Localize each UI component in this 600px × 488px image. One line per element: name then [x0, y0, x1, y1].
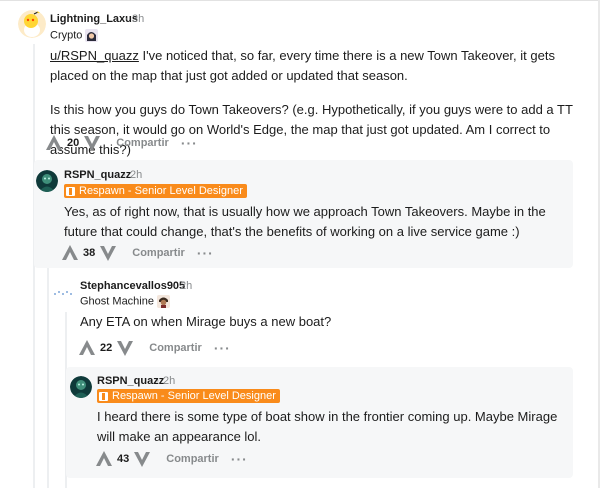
user-mention-link[interactable]: u/RSPN_quazz	[50, 48, 139, 63]
downvote-icon[interactable]	[132, 449, 152, 469]
mirage-flair-icon	[157, 295, 171, 308]
separator-dot: ·	[123, 169, 127, 181]
comment-username[interactable]: RSPN_quazz	[64, 169, 131, 181]
top-border	[0, 0, 600, 1]
comment-username[interactable]: RSPN_quazz	[97, 375, 164, 387]
more-options-button[interactable]: ···	[197, 246, 214, 260]
share-button[interactable]: Compartir	[116, 137, 169, 149]
separator-dot: ·	[173, 280, 177, 292]
user-flair: Ghost Machine	[80, 295, 171, 308]
snoo-avatar-icon	[18, 10, 46, 38]
flair-label: Crypto	[50, 29, 83, 42]
upvote-icon[interactable]	[77, 338, 97, 358]
comment-body: Any ETA on when Mirage buys a new boat?	[80, 312, 560, 332]
downvote-icon[interactable]	[82, 133, 102, 153]
comment-time[interactable]: 2h	[180, 280, 192, 292]
more-options-button[interactable]: ···	[181, 136, 198, 150]
flair-label: Ghost Machine	[80, 295, 154, 308]
crypto-flair-icon	[85, 29, 99, 42]
downvote-icon[interactable]	[98, 243, 118, 263]
comment-body: I heard there is some type of boat show …	[97, 407, 573, 447]
downvote-icon[interactable]	[115, 338, 135, 358]
comment-username[interactable]: Stephancevallos905	[80, 280, 185, 292]
upvote-icon[interactable]	[94, 449, 114, 469]
vote-score: 20	[67, 137, 80, 149]
comment-actions: 38 Compartir ···	[60, 243, 214, 263]
upvote-icon[interactable]	[60, 243, 80, 263]
share-button[interactable]: Compartir	[149, 342, 202, 354]
comment-actions: 20 Compartir ···	[44, 133, 198, 153]
user-flair-badge: Respawn - Senior Level Designer	[97, 389, 280, 403]
comment-time[interactable]: 2h	[130, 169, 142, 181]
share-button[interactable]: Compartir	[166, 453, 219, 465]
snoo-avatar-icon	[36, 170, 58, 192]
avatar[interactable]	[52, 286, 74, 298]
comment-time[interactable]: 3h	[132, 13, 144, 25]
vote-score: 43	[117, 453, 130, 465]
user-flair: Crypto	[50, 29, 99, 42]
vote-score: 22	[100, 342, 113, 354]
respawn-logo-icon	[66, 186, 75, 196]
default-avatar-icon	[54, 291, 72, 295]
user-flair-badge: Respawn - Senior Level Designer	[64, 184, 247, 198]
more-options-button[interactable]: ···	[231, 452, 248, 466]
upvote-icon[interactable]	[44, 133, 64, 153]
share-button[interactable]: Compartir	[132, 247, 185, 259]
avatar[interactable]	[70, 376, 92, 398]
separator-dot: ·	[125, 13, 129, 25]
avatar[interactable]	[18, 10, 46, 38]
flair-label: Respawn - Senior Level Designer	[112, 390, 276, 402]
comment-paragraph: I heard there is some type of boat show …	[97, 409, 558, 444]
snoo-avatar-icon	[70, 376, 92, 398]
flair-label: Respawn - Senior Level Designer	[79, 185, 243, 197]
more-options-button[interactable]: ···	[214, 341, 231, 355]
comment-actions: 22 Compartir ···	[77, 338, 231, 358]
comment-body: Yes, as of right now, that is usually ho…	[64, 202, 570, 242]
comment-paragraph: Yes, as of right now, that is usually ho…	[64, 204, 546, 239]
comment-paragraph: Any ETA on when Mirage buys a new boat?	[80, 314, 332, 329]
comment-time[interactable]: 2h	[163, 375, 175, 387]
respawn-logo-icon	[99, 391, 108, 401]
vote-score: 38	[83, 247, 96, 259]
comment-actions: 43 Compartir ···	[94, 449, 248, 469]
separator-dot: ·	[156, 375, 160, 387]
avatar[interactable]	[36, 170, 58, 192]
